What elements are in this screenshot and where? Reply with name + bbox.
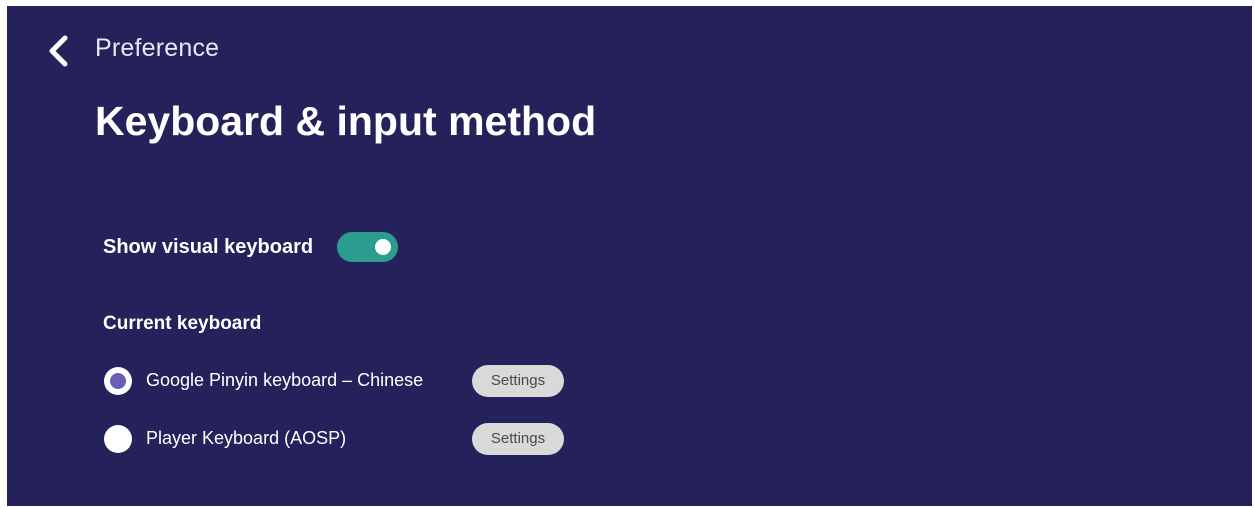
- keyboard-option-player-aosp: Player Keyboard (AOSP) Settings: [104, 423, 624, 455]
- radio-google-pinyin[interactable]: [104, 367, 132, 395]
- keyboard-option-label: Player Keyboard (AOSP): [146, 428, 347, 448]
- show-visual-keyboard-row: Show visual keyboard: [103, 230, 399, 264]
- show-visual-keyboard-label: Show visual keyboard: [103, 235, 314, 258]
- player-aosp-settings-button[interactable]: Settings: [472, 423, 564, 455]
- keyboard-option-google-pinyin: Google Pinyin keyboard – Chinese Setting…: [104, 365, 624, 397]
- page-title: Keyboard & input method: [95, 98, 597, 144]
- breadcrumb[interactable]: Preference: [95, 34, 219, 63]
- toggle-knob: [375, 239, 392, 255]
- current-keyboard-heading: Current keyboard: [103, 313, 262, 334]
- radio-player-aosp[interactable]: [104, 425, 132, 453]
- keyboard-option-label: Google Pinyin keyboard – Chinese: [146, 370, 424, 390]
- google-pinyin-settings-button[interactable]: Settings: [472, 365, 564, 397]
- chevron-left-icon[interactable]: [45, 34, 73, 68]
- radio-selected-dot: [110, 373, 126, 389]
- settings-screen: Preference Keyboard & input method Show …: [7, 6, 1252, 506]
- show-visual-keyboard-toggle[interactable]: [337, 232, 399, 262]
